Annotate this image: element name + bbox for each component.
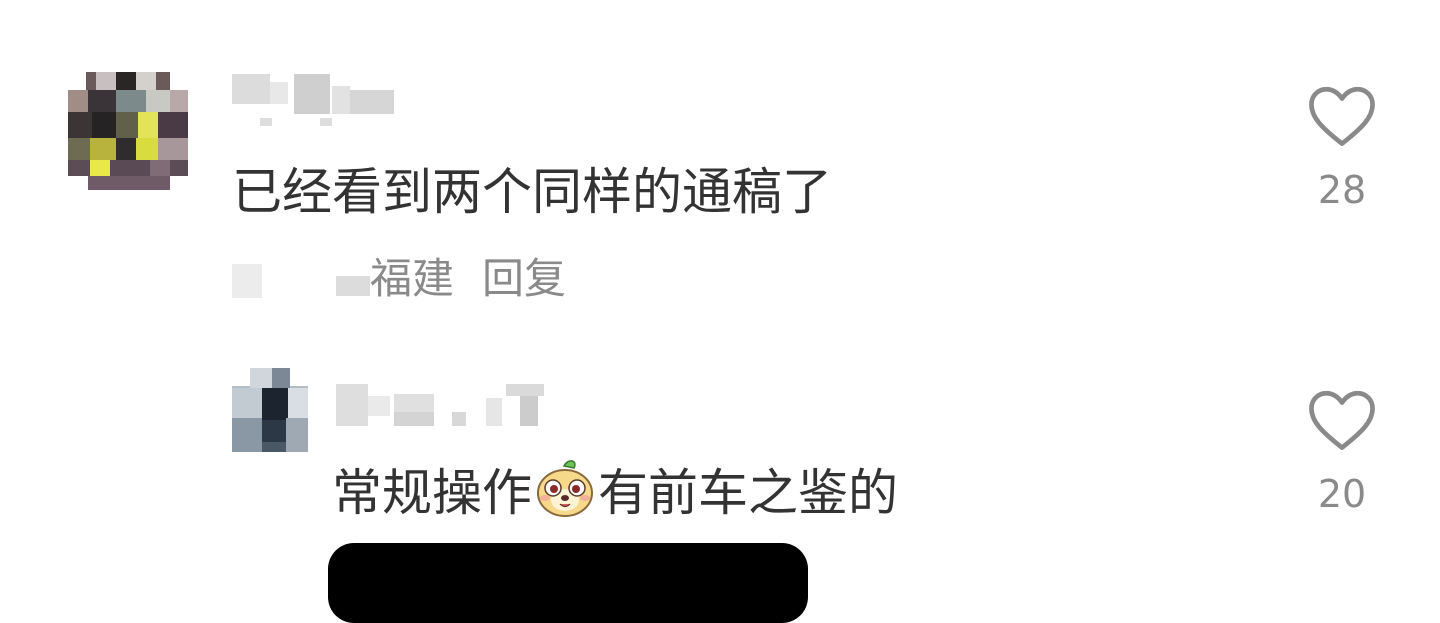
comment-text-part-1: 常规操作 (332, 464, 532, 522)
location-label: 福建 (370, 254, 455, 303)
username-redacted[interactable] (336, 384, 546, 426)
time-redacted-2 (336, 276, 370, 296)
comment-text: 已经看到两个同样的通稿了 (232, 163, 832, 221)
heart-outline-icon[interactable] (1302, 84, 1382, 148)
heart-outline-icon[interactable] (1302, 388, 1382, 452)
avatar[interactable] (232, 368, 308, 452)
like-button[interactable]: 20 (1302, 388, 1382, 516)
dog-face-emoji (534, 456, 596, 531)
attached-image[interactable] (328, 543, 808, 623)
comment-text-part-2: 有前车之鉴的 (598, 464, 898, 522)
reply-button[interactable]: 回复 (482, 254, 566, 304)
time-redacted (232, 264, 262, 298)
avatar[interactable] (68, 72, 188, 194)
username-redacted[interactable] (232, 74, 397, 126)
like-count: 28 (1317, 168, 1367, 212)
like-count: 20 (1317, 472, 1367, 516)
like-button[interactable]: 28 (1302, 84, 1382, 212)
comment-text: 常规操作 有前车之鉴的 (332, 456, 898, 531)
